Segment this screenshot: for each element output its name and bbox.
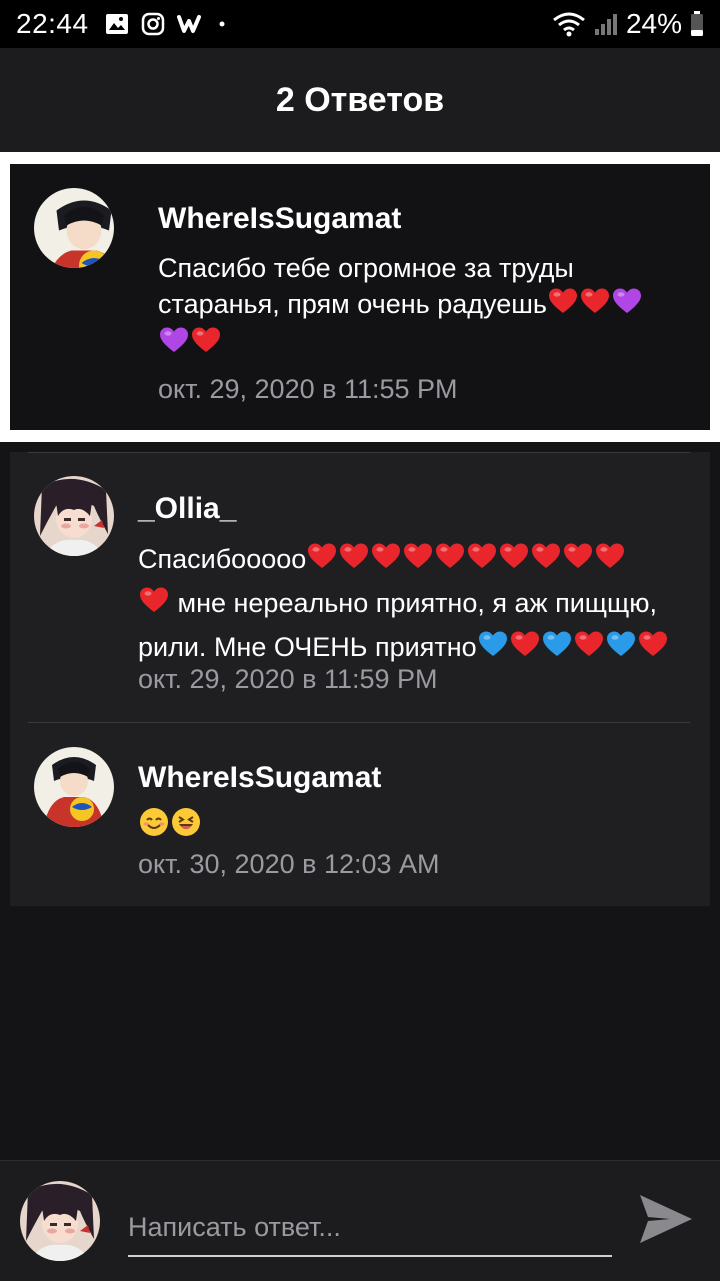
face-emojis [138, 808, 202, 840]
smiling-face-emoji [139, 807, 169, 846]
reply-text: Спасибооооо мне нереально приятно, я аж … [138, 538, 698, 670]
reply-item[interactable]: WhereIsSugamat окт. 30, 2020 в 12:03 AM [10, 723, 710, 906]
blue-heart-icon [542, 628, 572, 670]
comment-text-line: Спасибо тебе огромное за труды [158, 253, 574, 283]
comment-author[interactable]: WhereIsSugamat [158, 202, 401, 236]
heart-emojis [158, 327, 222, 357]
page-title: 2 Ответов [275, 80, 445, 119]
reply-author[interactable]: _Ollia_ [138, 492, 236, 526]
reply-timestamp: окт. 30, 2020 в 12:03 AM [138, 849, 440, 879]
comment-text: Спасибо тебе огромное за труды старанья,… [158, 250, 688, 363]
red-heart-icon [531, 540, 561, 582]
red-heart-icon [191, 326, 221, 363]
reply-input-bar: Написать ответ... [0, 1160, 720, 1281]
red-heart-icon [499, 540, 529, 582]
parent-comment[interactable]: WhereIsSugamat Спасибо тебе огромное за … [10, 164, 710, 430]
reply-author[interactable]: WhereIsSugamat [138, 761, 381, 795]
avatar[interactable] [34, 476, 114, 556]
red-heart-icon [574, 628, 604, 670]
wifi-icon [552, 11, 586, 37]
reply-text [138, 807, 202, 846]
red-heart-icon [510, 628, 540, 670]
red-heart-icon [403, 540, 433, 582]
signal-icon [594, 12, 618, 36]
heart-emojis [306, 543, 626, 574]
send-button[interactable] [636, 1191, 702, 1251]
replies-list: _Ollia_ Спасибооооо мне нереально приятн… [10, 452, 710, 906]
status-time: 22:44 [16, 8, 89, 39]
replies-header: 2 Ответов [0, 48, 720, 152]
comment-text-line [158, 324, 688, 362]
wattpad-icon [176, 13, 205, 35]
comment-timestamp: окт. 29, 2020 в 11:55 PM [158, 374, 458, 404]
red-heart-icon [467, 540, 497, 582]
heart-emojis [138, 587, 170, 618]
status-bar: 22:44 24% [0, 0, 720, 48]
reply-item[interactable]: _Ollia_ Спасибооооо мне нереально приятн… [10, 452, 710, 722]
grinning-squinting-face-emoji [171, 807, 201, 846]
red-heart-icon [548, 287, 578, 324]
blue-heart-icon [478, 628, 508, 670]
blue-heart-icon [606, 628, 636, 670]
red-heart-icon [563, 540, 593, 582]
red-heart-icon [371, 540, 401, 582]
avatar[interactable] [34, 188, 114, 268]
battery-percent: 24% [625, 8, 682, 39]
avatar[interactable] [34, 747, 114, 827]
red-heart-icon [339, 540, 369, 582]
red-heart-icon [139, 584, 169, 626]
purple-heart-icon [612, 287, 642, 324]
red-heart-icon [638, 628, 668, 670]
reply-timestamp: окт. 29, 2020 в 11:59 PM [138, 664, 438, 694]
red-heart-icon [307, 540, 337, 582]
reply-text-line: мне нереально приятно, я аж пищщю, [138, 582, 698, 626]
purple-heart-icon [159, 326, 189, 363]
instagram-icon [141, 12, 165, 36]
battery-icon [690, 11, 704, 37]
red-heart-icon [435, 540, 465, 582]
heart-emojis [547, 288, 643, 319]
reply-input-placeholder: Написать ответ... [128, 1211, 341, 1242]
reply-input[interactable]: Написать ответ... [128, 1199, 612, 1257]
current-user-avatar [20, 1181, 100, 1261]
highlighted-comment-frame: WhereIsSugamat Спасибо тебе огромное за … [0, 152, 720, 442]
comment-text-line: старанья, прям очень радуешь [158, 286, 688, 324]
dot-icon [217, 19, 227, 29]
reply-text-line: Спасибооооо [138, 538, 698, 582]
red-heart-icon [580, 287, 610, 324]
send-icon [636, 1195, 696, 1251]
heart-emojis [477, 631, 669, 662]
red-heart-icon [595, 540, 625, 582]
gallery-icon [105, 13, 129, 35]
